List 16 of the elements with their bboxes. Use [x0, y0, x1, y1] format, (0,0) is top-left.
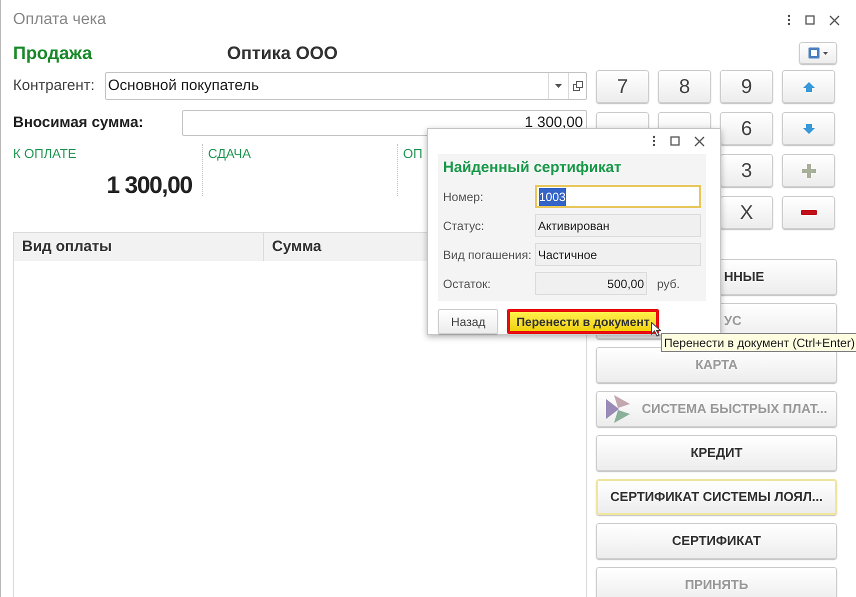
field-label: Статус: [443, 218, 486, 234]
field-label: Номер: [443, 188, 484, 206]
field-label: Остаток: [443, 276, 492, 292]
operation-title: Продажа [13, 42, 94, 65]
dialog-title: Найденный сертификат [443, 158, 622, 178]
field-label: Вид погашения: [443, 246, 532, 264]
tooltip: Перенести в документ (Ctrl+Enter) [661, 333, 856, 352]
total-value: 1 300,00 [106, 170, 192, 200]
field-label: Вносимая сумма: [13, 112, 144, 133]
organization-name: Оптика ООО [227, 42, 338, 64]
unit-label: руб. [657, 276, 680, 292]
window-title: Оплата чека [13, 10, 106, 30]
total-label: СДАЧА [208, 145, 252, 163]
total-label: К ОПЛАТЕ [13, 145, 78, 163]
total-label: ОП [403, 145, 424, 163]
field-label: Контрагент: [13, 76, 96, 96]
